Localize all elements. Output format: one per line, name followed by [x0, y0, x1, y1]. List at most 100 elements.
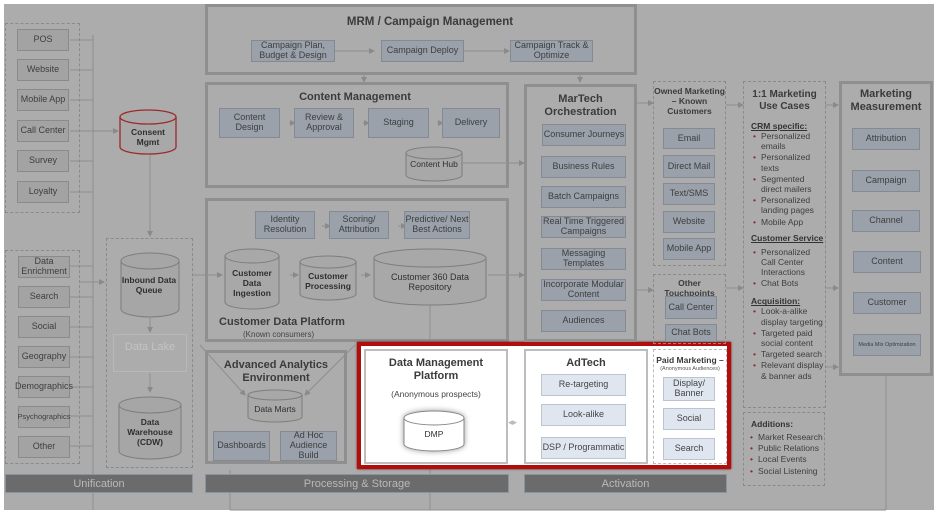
acquisition-use-case: Targeted search: [751, 349, 825, 359]
addition-item: Social Listening: [748, 466, 824, 476]
owned-mobile-app[interactable]: Mobile App: [663, 238, 715, 260]
owned-direct-mail[interactable]: Direct Mail: [663, 155, 715, 178]
owned-email[interactable]: Email: [663, 128, 715, 149]
source-call-center[interactable]: Call Center: [17, 120, 69, 142]
crm-use-case: Personalized texts: [751, 152, 825, 172]
dmp-db[interactable]: DMP: [403, 410, 465, 452]
acquisition-heading: Acquisition:: [751, 296, 801, 307]
measurement-channel[interactable]: Channel: [852, 210, 920, 232]
martech-audiences[interactable]: Audiences: [541, 310, 626, 332]
adtech-title: AdTech: [566, 357, 606, 369]
touchpoint-call-center[interactable]: Call Center: [665, 296, 717, 319]
owned-text-sms[interactable]: Text/SMS: [663, 183, 715, 205]
source-website[interactable]: Website: [17, 59, 69, 81]
mrm-track-optimize[interactable]: Campaign Track & Optimize: [510, 40, 593, 62]
measurement-campaign[interactable]: Campaign: [852, 170, 920, 192]
crm-use-case: Segmented direct mailers: [751, 174, 825, 194]
staging[interactable]: Staging: [368, 108, 429, 138]
measurement-content[interactable]: Content: [853, 251, 921, 273]
additions-title: Additions:: [751, 419, 794, 429]
adtech-lookalike[interactable]: Look-alike: [541, 404, 626, 426]
crm-use-case: Mobile App: [751, 217, 825, 227]
analytics-title: Advanced Analytics Environment: [223, 359, 329, 384]
customer-360-repository-db[interactable]: Customer 360 Data Repository: [373, 248, 487, 306]
customer-processing-db[interactable]: Customer Processing: [299, 255, 357, 301]
content-hub-db[interactable]: Content Hub: [405, 146, 463, 182]
martech-panel: [524, 84, 637, 342]
consent-mgmt-db[interactable]: Consent Mgmt: [119, 109, 177, 155]
ad-hoc-audience-build[interactable]: Ad Hoc Audience Build: [280, 430, 337, 461]
paid-social[interactable]: Social: [663, 408, 715, 430]
acquisition-list: Look-a-alike display targetingTargeted p…: [751, 306, 825, 380]
identity-resolution[interactable]: Identity Resolution: [255, 211, 315, 239]
source-geography[interactable]: Geography: [18, 346, 70, 368]
source-other[interactable]: Other: [18, 436, 70, 458]
cdp-title: Customer Data Platform: [219, 316, 345, 328]
paid-subtitle: (Anonymous Audiences): [660, 366, 720, 372]
source-data-enrichment[interactable]: Data Enrichment: [18, 256, 70, 278]
processing-label: Customer Processing: [305, 271, 351, 291]
consent-label: Consent Mgmt: [131, 127, 165, 147]
acquisition-use-case: Look-a-alike display targeting: [751, 306, 825, 326]
dashboards[interactable]: Dashboards: [213, 431, 270, 461]
addition-item: Market Research: [748, 432, 824, 442]
crm-use-case: Personalized emails: [751, 131, 825, 151]
acquisition-use-case: Relevant display & banner ads: [751, 360, 825, 380]
dmp-db-label: DMP: [424, 429, 444, 439]
additions-list: Market ResearchPublic RelationsLocal Eve…: [748, 432, 824, 477]
owned-title: Owned Marketing – Known Customers: [654, 86, 725, 117]
data-warehouse-db[interactable]: Data Warehouse (CDW): [118, 396, 182, 460]
source-survey[interactable]: Survey: [17, 150, 69, 172]
repo-label: Customer 360 Data Repository: [390, 272, 470, 293]
mrm-plan-budget-design[interactable]: Campaign Plan, Budget & Design: [251, 40, 335, 62]
source-search[interactable]: Search: [18, 286, 70, 308]
martech-business-rules[interactable]: Business Rules: [541, 156, 626, 178]
measurement-attribution[interactable]: Attribution: [852, 128, 920, 150]
owned-website[interactable]: Website: [663, 211, 715, 233]
martech-modular-content[interactable]: Incorporate Modular Content: [541, 279, 626, 301]
paid-display-banner[interactable]: Display/ Banner: [663, 377, 715, 401]
ingestion-label: Customer Data Ingestion: [232, 268, 272, 298]
source-psychographics[interactable]: Psychographics: [18, 406, 70, 428]
content-design[interactable]: Content Design: [219, 108, 280, 138]
customer-data-ingestion-db[interactable]: Customer Data Ingestion: [224, 248, 280, 310]
scoring-attribution[interactable]: Scoring/ Attribution: [329, 211, 389, 239]
data-marts-db[interactable]: Data Marts: [247, 389, 303, 423]
processing-storage-band: Processing & Storage: [205, 474, 509, 493]
inbound-queue-db[interactable]: Inbound Data Queue: [120, 252, 180, 318]
review-approval[interactable]: Review & Approval: [294, 108, 354, 138]
measurement-media-mix[interactable]: Media Mix Optimization: [853, 334, 921, 356]
content-mgmt-title: Content Management: [299, 91, 411, 103]
martech-batch-campaigns[interactable]: Batch Campaigns: [541, 186, 626, 208]
paid-title: Paid Marketing –: [656, 355, 724, 365]
martech-messaging-templates[interactable]: Messaging Templates: [541, 248, 626, 270]
mrm-deploy[interactable]: Campaign Deploy: [381, 40, 464, 62]
measurement-customer[interactable]: Customer: [853, 292, 921, 314]
source-pos[interactable]: POS: [17, 29, 69, 51]
delivery[interactable]: Delivery: [442, 108, 500, 138]
source-loyalty[interactable]: Loyalty: [17, 181, 69, 203]
dmp-title: Data Management Platform: [388, 357, 484, 383]
inbound-queue-label: Inbound Data Queue: [121, 275, 177, 295]
content-hub-label: Content Hub: [410, 159, 458, 169]
unification-band: Unification: [5, 474, 193, 493]
martech-title: MarTech Orchestration: [544, 93, 617, 119]
source-social[interactable]: Social: [18, 316, 70, 338]
martech-real-time-triggered[interactable]: Real Time Triggered Campaigns: [541, 216, 626, 238]
crm-list: Personalized emailsPersonalized textsSeg…: [751, 131, 825, 227]
dmp-subtitle: (Anonymous prospects): [391, 389, 481, 399]
use-cases-content: CRM specific: Personalized emailsPersona…: [751, 121, 825, 382]
customer-service-list: Personalized Call Center InteractionsCha…: [751, 247, 825, 289]
adtech-retargeting[interactable]: Re-targeting: [541, 374, 626, 396]
source-demographics[interactable]: Demographics: [15, 376, 73, 398]
adtech-dsp-programmatic[interactable]: DSP / Programmatic: [541, 437, 626, 459]
customer-service-heading: Customer Service: [751, 232, 824, 243]
paid-search[interactable]: Search: [663, 438, 715, 460]
martech-consumer-journeys[interactable]: Consumer Journeys: [542, 124, 626, 146]
data-lake[interactable]: Data Lake: [113, 334, 187, 372]
source-mobile-app[interactable]: Mobile App: [17, 89, 69, 111]
acquisition-use-case: Targeted paid social content: [751, 328, 825, 348]
touchpoint-chat-bots[interactable]: Chat Bots: [665, 324, 717, 342]
customer-service-use-case: Personalized Call Center Interactions: [751, 247, 825, 278]
predictive-next-best-actions[interactable]: Predictive/ Next Best Actions: [404, 211, 470, 239]
